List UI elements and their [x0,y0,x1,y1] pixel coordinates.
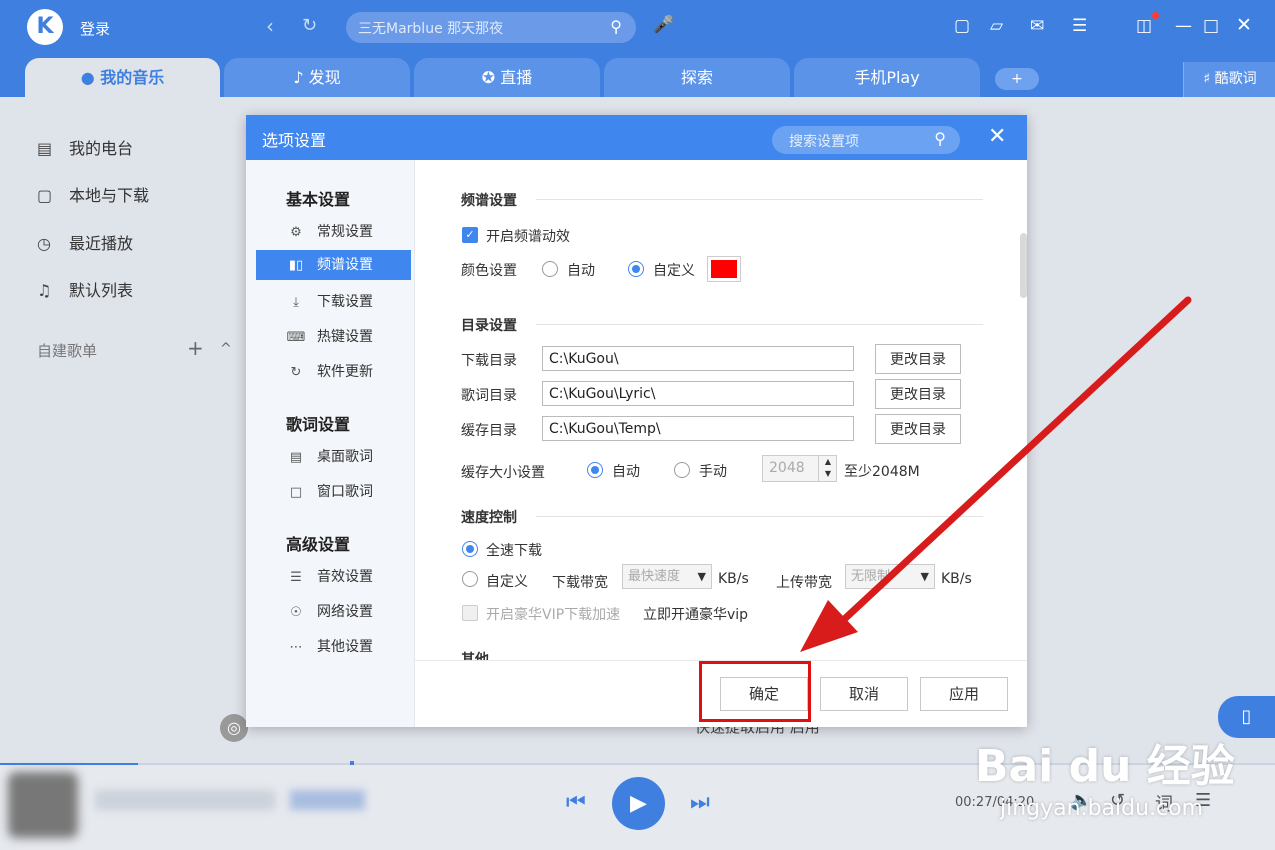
annotation-arrow [800,296,1192,652]
watermark-url: jingyan.baidu.com [1000,796,1204,821]
baidu-watermark: Bai du 经验 [975,741,1235,792]
